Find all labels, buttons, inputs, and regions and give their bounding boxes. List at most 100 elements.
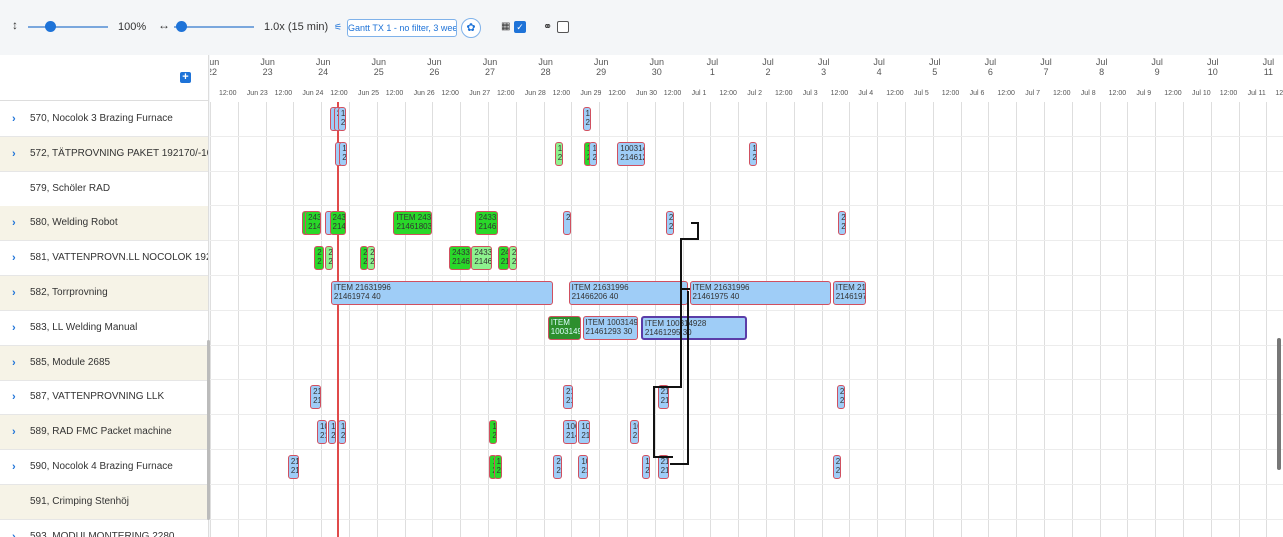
hour-label: Jul 10 xyxy=(1192,90,1211,97)
task-item-label: 2 xyxy=(841,213,846,223)
task-order-label: 214 xyxy=(632,431,639,441)
resource-row[interactable]: › 583, LL Welding Manual xyxy=(0,311,208,346)
gear-icon[interactable]: ✿ xyxy=(461,18,481,38)
resource-row[interactable]: › 572, TÄTPROVNING PAKET 192170/-106 xyxy=(0,136,208,172)
row-height-slider-handle[interactable] xyxy=(45,21,56,32)
resource-row[interactable]: › 590, Nocolok 4 Brazing Furnace xyxy=(0,450,208,485)
task-bar[interactable]: 10032146 xyxy=(563,420,577,445)
task-bar[interactable]: 12 xyxy=(589,141,598,166)
resource-row[interactable]: 579, Schöler RAD xyxy=(0,172,208,207)
chevron-right-icon[interactable]: › xyxy=(12,102,16,136)
chevron-right-icon[interactable]: › xyxy=(12,137,16,171)
task-bar[interactable]: 22 xyxy=(508,246,517,271)
task-bar[interactable]: 22 xyxy=(367,246,376,271)
chevron-right-icon[interactable]: › xyxy=(12,206,16,240)
task-bar[interactable]: 216214 xyxy=(287,455,299,479)
task-item-label: 2433149 xyxy=(478,213,497,223)
resource-row[interactable]: › 593, MODULMONTERING 2280 xyxy=(0,520,208,537)
task-bar[interactable]: 22 xyxy=(836,385,845,410)
link-checkbox[interactable] xyxy=(557,21,569,33)
task-bar[interactable]: ITEM 21631996 21461975 40 xyxy=(689,281,832,305)
chevron-right-icon[interactable]: › xyxy=(12,276,16,310)
task-bar[interactable]: 243314921461803 xyxy=(449,246,472,271)
chevron-right-icon[interactable]: › xyxy=(12,380,16,414)
vertical-scrollbar[interactable] xyxy=(1277,338,1281,470)
hour-label: Jun 30 xyxy=(636,90,658,97)
task-bar[interactable]: 100214 xyxy=(578,420,591,445)
task-bar[interactable]: 22 xyxy=(832,455,841,479)
task-bar[interactable]: 22 xyxy=(838,211,847,236)
task-bar[interactable]: 24331492146180 xyxy=(471,246,493,271)
resource-label: 585, Module 2685 xyxy=(30,356,111,368)
resource-row[interactable]: 591, Crimping Stenhöj xyxy=(0,484,208,520)
task-bar[interactable]: 216214 xyxy=(657,385,669,410)
task-order-label: 21461973 40 xyxy=(835,292,865,301)
show-checkbox[interactable]: ✓ xyxy=(514,21,526,33)
task-bar[interactable]: ITEM100314928 xyxy=(547,315,582,340)
dependency-link xyxy=(670,463,689,465)
hour-label: 12:00 xyxy=(997,90,1015,97)
task-order-label: 2 xyxy=(592,152,597,162)
hour-label: Jun 24 xyxy=(302,90,324,97)
task-bar[interactable]: 12 xyxy=(489,420,498,445)
task-bar[interactable]: 2 xyxy=(563,211,572,236)
task-bar[interactable]: 12 xyxy=(339,141,348,166)
task-bar[interactable]: 12 xyxy=(337,420,346,445)
task-bar[interactable]: 12 xyxy=(749,141,758,166)
task-bar[interactable]: 12 xyxy=(554,141,563,166)
resource-row[interactable]: › 580, Welding Robot xyxy=(0,206,208,242)
task-bar[interactable]: 216214 xyxy=(657,455,669,479)
task-bar[interactable]: ITEM 100314928 21461295 30 xyxy=(640,315,747,340)
day-label: Jun 25 xyxy=(371,57,387,77)
task-bar[interactable]: 100214 xyxy=(578,455,589,479)
resource-row[interactable]: › 582, Torrprovning xyxy=(0,276,208,311)
chevron-right-icon[interactable]: › xyxy=(12,311,16,345)
task-bar[interactable]: ITEM 243314921461803 10 xyxy=(393,211,433,236)
task-bar[interactable]: ITEM 2163199621461973 40 xyxy=(832,281,867,305)
task-item-label: ITEM 100314928 xyxy=(644,318,707,328)
hour-label: Jul 8 xyxy=(1080,90,1096,97)
gantt-filter-dropdown[interactable]: Gantt TX 1 - no filter, 3 week ▾ xyxy=(347,19,457,37)
task-item-label: 2 xyxy=(370,248,375,258)
chevron-right-icon[interactable]: › xyxy=(12,346,16,380)
task-bar[interactable]: 10031492821461293 xyxy=(617,141,646,166)
task-bar[interactable]: 12 xyxy=(493,455,502,479)
chevron-right-icon[interactable]: › xyxy=(12,415,16,449)
grid-line xyxy=(905,102,906,537)
task-bar[interactable]: 12 xyxy=(642,455,651,479)
task-bar[interactable]: 22 xyxy=(325,246,334,271)
resource-row[interactable]: › 587, VATTENPROVNING LLK xyxy=(0,380,208,416)
chevron-right-icon[interactable]: › xyxy=(12,241,16,275)
task-bar[interactable]: 12 xyxy=(337,107,346,131)
grid-line xyxy=(766,102,767,537)
task-bar[interactable]: 216214 xyxy=(310,385,322,410)
time-scale-slider-handle[interactable] xyxy=(176,21,187,32)
add-resource-button[interactable]: + xyxy=(180,72,191,83)
task-bar[interactable]: ITEM 21631996 21461974 40 xyxy=(330,281,554,305)
resource-row[interactable]: › 585, Module 2685 xyxy=(0,345,208,381)
task-bar[interactable]: 100214 xyxy=(629,420,640,445)
task-bar[interactable]: 22 xyxy=(314,246,324,271)
task-bar[interactable]: 24332146 xyxy=(305,211,322,236)
resource-label: 583, LL Welding Manual xyxy=(30,321,138,333)
chevron-right-icon[interactable]: › xyxy=(12,450,16,484)
resource-row[interactable]: › 581, VATTENPROVN.LL NOCOLOK 1921... xyxy=(0,241,208,277)
task-bar[interactable]: 12 xyxy=(328,420,337,445)
task-bar[interactable]: 12 xyxy=(582,107,591,131)
task-bar[interactable]: 243214 xyxy=(497,246,509,271)
task-bar[interactable]: 1021 xyxy=(317,420,327,445)
resource-row[interactable]: › 570, Nocolok 3 Brazing Furnace xyxy=(0,102,208,137)
chevron-right-icon[interactable]: › xyxy=(12,520,16,537)
task-bar[interactable]: 243314921461804 xyxy=(475,211,498,236)
task-bar[interactable]: ITEM 21631996 21466206 40 xyxy=(568,281,689,305)
task-bar[interactable]: 24332146 xyxy=(329,211,347,236)
task-bar[interactable]: 214214 xyxy=(563,385,573,410)
task-bar[interactable]: 22 xyxy=(665,211,674,236)
row-height-slider[interactable] xyxy=(28,26,108,28)
task-bar[interactable]: 2121 xyxy=(553,455,562,479)
task-bar[interactable]: ITEM 10031492821461293 30 xyxy=(582,315,639,340)
task-order-label: 21461974 40 xyxy=(333,292,381,301)
resource-row[interactable]: › 589, RAD FMC Packet machine xyxy=(0,415,208,451)
task-item-label: ITEM 21631996 xyxy=(571,283,629,292)
task-item-label: ITEM xyxy=(550,317,570,327)
